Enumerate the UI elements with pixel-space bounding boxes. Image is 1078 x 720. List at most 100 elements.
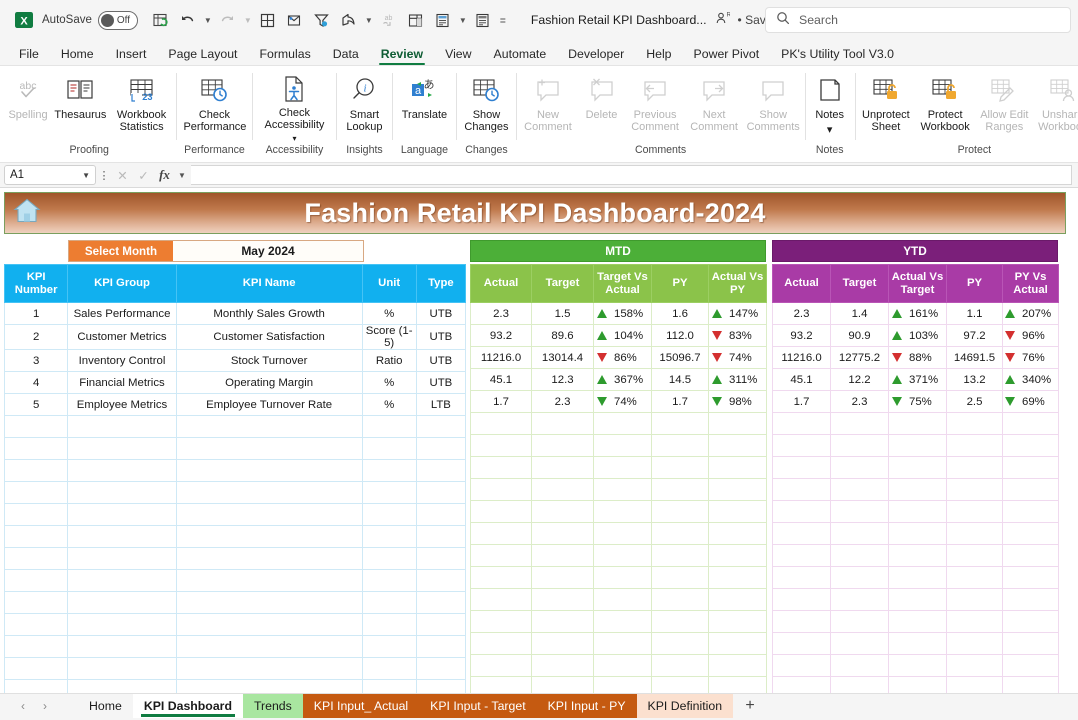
cell-ytd-actual[interactable]: 45.1: [772, 368, 831, 391]
col-mtd-target-vs-actual[interactable]: Target Vs Actual: [593, 264, 652, 303]
formula-input[interactable]: [191, 165, 1072, 185]
notes-button[interactable]: Notes ▾: [807, 70, 853, 140]
empty-row[interactable]: [470, 412, 767, 435]
calculate-sheet-icon[interactable]: [470, 7, 496, 33]
cell-type[interactable]: UTB: [415, 324, 467, 350]
spelling-button[interactable]: abc Spelling: [4, 70, 52, 140]
cell-mtd-tva[interactable]: 158%: [593, 302, 652, 325]
cell-ytd-actual[interactable]: 93.2: [772, 324, 831, 347]
search-input[interactable]: Search: [799, 13, 838, 27]
next-comment-button[interactable]: Next Comment: [685, 70, 744, 140]
share-icon[interactable]: [336, 7, 362, 33]
cell-kpi-number[interactable]: 3: [3, 349, 69, 372]
table-row[interactable]: 2.3 1.4 161% 1.1 207%: [772, 302, 1059, 325]
cell-kpi-number[interactable]: 1: [3, 302, 69, 325]
cell-mtd-avp[interactable]: 74%: [708, 346, 767, 369]
new-comment-button[interactable]: New Comment: [518, 70, 577, 140]
cell-kpi-number[interactable]: 2: [3, 324, 69, 350]
cell-kpi-group[interactable]: Sales Performance: [67, 302, 177, 325]
table-row[interactable]: 2.3 1.5 158% 1.6 147%: [470, 302, 767, 325]
col-mtd-target[interactable]: Target: [531, 264, 594, 303]
col-type[interactable]: Type: [415, 264, 467, 303]
table-row[interactable]: 1 Sales Performance Monthly Sales Growth% U…: [3, 302, 467, 325]
document-title[interactable]: Fashion Retail KPI Dashboard...: [531, 13, 707, 27]
cell-unit[interactable]: %: [361, 302, 417, 325]
empty-row[interactable]: [470, 654, 767, 677]
cell-mtd-avp[interactable]: 83%: [708, 324, 767, 347]
cell-kpi-name[interactable]: Operating Margin: [175, 371, 363, 394]
cell-mtd-tva[interactable]: 86%: [593, 346, 652, 369]
unprotect-sheet-button[interactable]: Unprotect Sheet: [857, 70, 915, 140]
cell-mtd-tva[interactable]: 104%: [593, 324, 652, 347]
cell-unit[interactable]: %: [361, 393, 417, 416]
empty-row[interactable]: [470, 456, 767, 479]
empty-row[interactable]: [772, 478, 1059, 501]
cell-ytd-avt[interactable]: 161%: [888, 302, 947, 325]
table-row[interactable]: 4 Financial Metrics Operating Margin% UTB: [3, 371, 467, 394]
empty-row[interactable]: [772, 610, 1059, 633]
cell-kpi-name[interactable]: Monthly Sales Growth: [175, 302, 363, 325]
search-box[interactable]: Search: [765, 7, 1071, 33]
col-mtd-actual[interactable]: Actual: [470, 264, 532, 303]
name-box[interactable]: A1 ▼: [4, 165, 96, 185]
cell-ytd-py[interactable]: 14691.5: [946, 346, 1003, 369]
cell-kpi-number[interactable]: 5: [3, 393, 69, 416]
sheet-tab-trends[interactable]: Trends: [242, 693, 303, 718]
sheet-tab-home[interactable]: Home: [78, 694, 133, 718]
ribbon-tab-file[interactable]: File: [8, 42, 50, 65]
workbook-statistics-button[interactable]: 123 Workbook Statistics: [109, 70, 175, 140]
cell-mtd-py[interactable]: 15096.7: [651, 346, 709, 369]
cell-ytd-target[interactable]: 12775.2: [830, 346, 889, 369]
check-performance-button[interactable]: Check Performance: [178, 70, 250, 140]
cell-unit[interactable]: %: [361, 371, 417, 394]
cell-mtd-avp[interactable]: 98%: [708, 390, 767, 413]
cell-mtd-tva[interactable]: 367%: [593, 368, 652, 391]
empty-row[interactable]: [470, 676, 767, 693]
cell-unit[interactable]: Score (1-5): [361, 324, 417, 350]
check-accessibility-button[interactable]: Check Accessibility ▾: [254, 70, 334, 143]
empty-row[interactable]: [3, 635, 467, 658]
table-row[interactable]: 11216.0 12775.2 88% 14691.5 76%: [772, 346, 1059, 369]
cell-type[interactable]: UTB: [415, 349, 467, 372]
delete-comment-button[interactable]: Delete: [578, 70, 626, 140]
cell-mtd-py[interactable]: 112.0: [651, 324, 709, 347]
empty-row[interactable]: [3, 415, 467, 438]
cell-ytd-actual[interactable]: 1.7: [772, 390, 831, 413]
smart-lookup-button[interactable]: i Smart Lookup: [338, 70, 390, 140]
next-sheet-icon[interactable]: ›: [34, 696, 56, 716]
redo-icon[interactable]: [215, 7, 241, 33]
col-ytd-actual-vs-target[interactable]: Actual Vs Target: [888, 264, 947, 303]
customize-qat-icon[interactable]: ≣: [497, 7, 509, 33]
empty-row[interactable]: [772, 632, 1059, 655]
empty-row[interactable]: [470, 632, 767, 655]
cell-ytd-avt[interactable]: 75%: [888, 390, 947, 413]
table-row[interactable]: 45.1 12.2 371% 13.2 340%: [772, 368, 1059, 391]
cell-mtd-target[interactable]: 1.5: [531, 302, 594, 325]
prev-sheet-icon[interactable]: ‹: [12, 696, 34, 716]
undo-dropdown-caret[interactable]: ▼: [202, 7, 214, 33]
cancel-icon[interactable]: ✕: [112, 165, 133, 186]
table-row[interactable]: 1.7 2.3 74% 1.7 98%: [470, 390, 767, 413]
select-month-control[interactable]: Select Month May 2024: [68, 240, 364, 262]
empty-row[interactable]: [3, 613, 467, 636]
cell-kpi-group[interactable]: Customer Metrics: [67, 324, 177, 350]
empty-row[interactable]: [772, 500, 1059, 523]
table-row[interactable]: 3 Inventory Control Stock Turnover Ratio UTB: [3, 349, 467, 372]
allow-edit-ranges-button[interactable]: Allow Edit Ranges: [975, 70, 1033, 140]
col-ytd-actual[interactable]: Actual: [772, 264, 831, 303]
empty-row[interactable]: [470, 566, 767, 589]
empty-row[interactable]: [3, 657, 467, 680]
cell-mtd-actual[interactable]: 2.3: [470, 302, 532, 325]
formula-dropdown-caret[interactable]: ▼: [175, 165, 189, 186]
translate-button[interactable]: aあ Translate: [394, 70, 454, 140]
empty-row[interactable]: [470, 478, 767, 501]
cell-ytd-avt[interactable]: 88%: [888, 346, 947, 369]
ribbon-tab-home[interactable]: Home: [50, 42, 105, 65]
open-recent-icon[interactable]: [282, 7, 308, 33]
enter-check-icon[interactable]: ✓: [133, 165, 154, 186]
cell-kpi-group[interactable]: Inventory Control: [67, 349, 177, 372]
cell-ytd-actual[interactable]: 11216.0: [772, 346, 831, 369]
cell-ytd-target[interactable]: 90.9: [830, 324, 889, 347]
table-row[interactable]: 2 Customer Metrics Customer Satisfaction Sc…: [3, 324, 467, 350]
cell-kpi-name[interactable]: Employee Turnover Rate: [175, 393, 363, 416]
